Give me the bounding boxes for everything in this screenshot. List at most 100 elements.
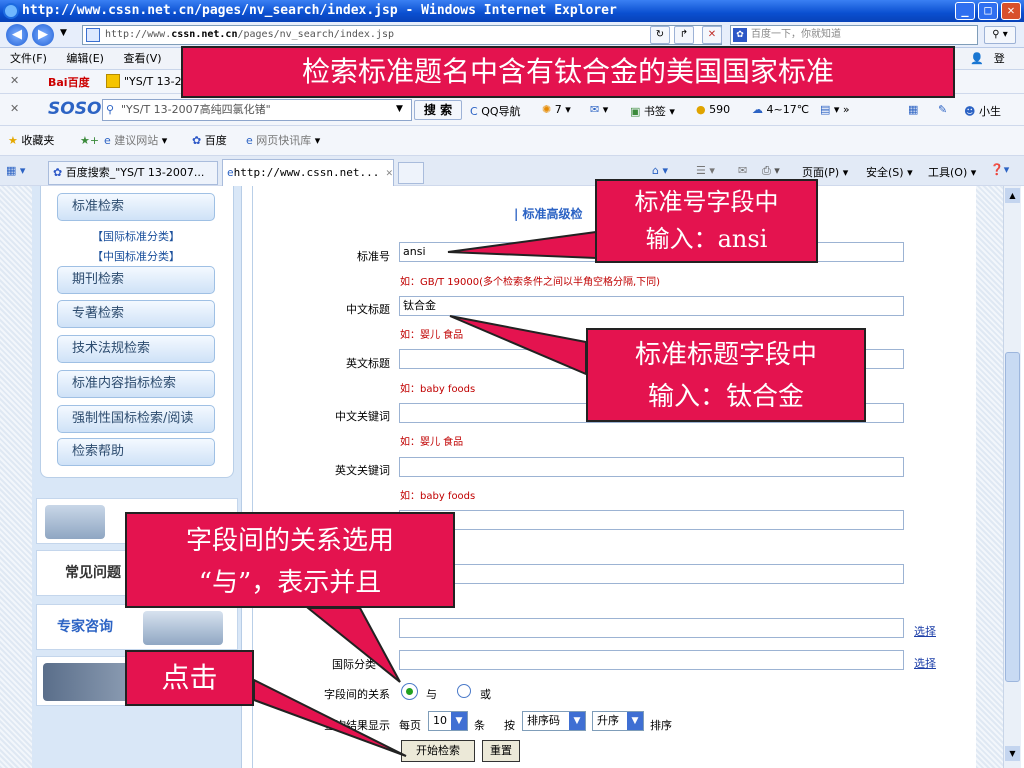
weather-label: 4~17℃ bbox=[766, 103, 810, 116]
ie-page-icon: e bbox=[104, 134, 111, 147]
grid-icon[interactable]: ▦ bbox=[908, 103, 918, 116]
forward-arrow-icon[interactable]: ▶ bbox=[32, 24, 54, 46]
search-icon: ⚲ bbox=[106, 103, 115, 116]
cn-title-label: 中文标题 bbox=[346, 303, 390, 316]
scroll-down-icon[interactable]: ▼ bbox=[1005, 746, 1020, 761]
baidu-paw-icon: ✿ bbox=[53, 166, 63, 179]
menu-view[interactable]: 查看(V) bbox=[123, 52, 161, 65]
cn-class-field[interactable] bbox=[399, 618, 904, 638]
mail-button[interactable]: ✉ ▾ bbox=[590, 103, 608, 116]
page-icon bbox=[86, 28, 100, 42]
home-icon[interactable]: ⌂ ▾ bbox=[652, 164, 668, 177]
sidebar-item-help[interactable]: 检索帮助 bbox=[57, 438, 215, 466]
history-dropdown-icon[interactable]: ▼ bbox=[60, 28, 67, 38]
date-field[interactable] bbox=[399, 510, 904, 530]
coin-counter[interactable]: ● 590 bbox=[696, 103, 730, 116]
user-link[interactable]: ☻ 小生 bbox=[964, 103, 1001, 119]
search-input[interactable]: ✿ 百度一下，你就知道 bbox=[730, 25, 978, 45]
soso-search-input[interactable]: ⚲ "YS/T 13-2007高纯四氯化锗" bbox=[102, 99, 412, 121]
add-favorite-icon[interactable]: ★+ bbox=[80, 126, 99, 156]
intl-class-link[interactable]: 【国际标准分类】 bbox=[92, 228, 180, 244]
chevron-down-icon: ▼ bbox=[627, 712, 643, 730]
service-photo bbox=[45, 505, 105, 539]
feeds-icon[interactable]: ☰ ▾ bbox=[696, 164, 715, 177]
expert-banner[interactable]: 专家咨询 bbox=[36, 604, 238, 650]
sort-order-select[interactable]: 升序 ▼ bbox=[592, 711, 644, 731]
pen-icon[interactable]: ✎ bbox=[938, 103, 947, 116]
sidebar-item-monograph-search[interactable]: 专著检索 bbox=[57, 300, 215, 328]
per-page-select[interactable]: 10 ▼ bbox=[428, 711, 468, 731]
scroll-thumb[interactable] bbox=[1005, 352, 1020, 682]
search-icon[interactable]: ⚲ ▾ bbox=[984, 26, 1016, 44]
sidebar-item-regulation-search[interactable]: 技术法规检索 bbox=[57, 335, 215, 363]
sidebar-item-indicator-search[interactable]: 标准内容指标检索 bbox=[57, 370, 215, 398]
sidebar-item-mandatory-search[interactable]: 强制性国标检索/阅读 bbox=[57, 405, 215, 433]
favorites-button[interactable]: ★ 收藏夹 bbox=[8, 126, 54, 156]
chevron-down-icon[interactable]: ▼ bbox=[396, 104, 403, 114]
mail-icon[interactable]: ✉ bbox=[738, 164, 747, 177]
new-tab-button[interactable] bbox=[398, 162, 424, 184]
toolbar-close-icon[interactable]: ✕ bbox=[10, 102, 19, 115]
soso-logo: SOSO bbox=[48, 99, 102, 119]
status-field[interactable] bbox=[399, 564, 904, 584]
qq-nav-link[interactable]: C QQ导航 bbox=[470, 103, 521, 119]
unit-label: 条 bbox=[474, 719, 485, 732]
intl-class-choose-link[interactable]: 选择 bbox=[914, 655, 936, 671]
bookmarks-button[interactable]: ▣ 书签 ▾ bbox=[630, 103, 675, 119]
sun-counter[interactable]: ✺ 7 ▾ bbox=[542, 103, 571, 116]
baidu-toolbar-query[interactable]: "YS/T 13-2 bbox=[124, 75, 182, 88]
cn-class-label: 中 bbox=[343, 626, 354, 639]
minimize-icon[interactable]: _ bbox=[955, 2, 975, 20]
tools-menu[interactable]: 工具(O) ▾ bbox=[928, 164, 976, 180]
back-arrow-icon[interactable]: ◀ bbox=[6, 24, 28, 46]
toolbar-close-icon[interactable]: ✕ bbox=[10, 74, 19, 87]
weather-widget[interactable]: ☁ 4~17℃ bbox=[752, 103, 809, 116]
stop-icon[interactable]: ✕ bbox=[702, 26, 722, 44]
address-bar[interactable]: http://www.cssn.net.cn/pages/nv_search/i… bbox=[82, 25, 722, 45]
chevron-down-icon: ▼ bbox=[451, 712, 467, 730]
baidu-fav-link[interactable]: ✿ 百度 bbox=[192, 126, 227, 156]
callout-click: 点击 bbox=[125, 650, 254, 706]
quick-tabs-icon[interactable]: ▦ ▾ bbox=[6, 164, 25, 177]
more-button[interactable]: ▤ ▾ » bbox=[820, 103, 850, 116]
cn-class-choose-link[interactable]: 选择 bbox=[914, 623, 936, 639]
url-prefix: http://www. bbox=[105, 29, 172, 40]
sidebar-item-standard-search[interactable]: 标准检索 bbox=[57, 193, 215, 221]
tab-close-icon[interactable]: ✕ bbox=[386, 166, 393, 179]
scroll-up-icon[interactable]: ▲ bbox=[1005, 188, 1020, 203]
callout-main: 检索标准题名中含有钛合金的美国国家标准 bbox=[181, 46, 955, 98]
page-menu-label: 页面(P) bbox=[802, 166, 840, 179]
tab-baidu[interactable]: ✿ 百度搜索_"YS/T 13-2007... bbox=[48, 161, 218, 185]
cn-class-link[interactable]: 【中国标准分类】 bbox=[92, 248, 180, 264]
menu-file[interactable]: 文件(F) bbox=[10, 52, 47, 65]
callout-std-no: 标准号字段中 输入：ansi bbox=[595, 179, 818, 263]
web-slice-link[interactable]: e 网页快讯库 ▾ bbox=[246, 126, 320, 156]
menu-edit[interactable]: 编辑(E) bbox=[66, 52, 104, 65]
go-icon[interactable]: ↱ bbox=[674, 26, 694, 44]
sun-count: 7 bbox=[554, 103, 562, 116]
cn-title-field[interactable]: 钛合金 bbox=[399, 296, 904, 316]
tab-cssn[interactable]: ehttp://www.cssn.net... ✕ bbox=[222, 159, 394, 186]
intl-class-field[interactable] bbox=[399, 650, 904, 670]
print-icon[interactable]: ⎙ ▾ bbox=[762, 164, 780, 178]
address-toolbar: ◀ ▶ ▼ http://www.cssn.net.cn/pages/nv_se… bbox=[0, 22, 1024, 48]
sidebar-item-journal-search[interactable]: 期刊检索 bbox=[57, 266, 215, 294]
baidu-logo-icon: Bai百度 bbox=[48, 76, 90, 89]
suggested-sites-link[interactable]: e 建议网站 ▾ bbox=[104, 126, 167, 156]
close-icon[interactable]: ✕ bbox=[1001, 2, 1021, 20]
en-keyword-field[interactable] bbox=[399, 457, 904, 477]
page-menu[interactable]: 页面(P) ▾ bbox=[802, 164, 848, 180]
safety-menu[interactable]: 安全(S) ▾ bbox=[866, 164, 913, 180]
en-keyword-label: 英文关键词 bbox=[335, 464, 390, 477]
reset-button[interactable]: 重置 bbox=[482, 740, 520, 762]
relation-or-radio[interactable] bbox=[457, 684, 471, 698]
start-search-button[interactable]: 开始检索 bbox=[401, 740, 475, 762]
callout-title: 标准标题字段中 输入：钛合金 bbox=[586, 328, 866, 422]
sort-field-select[interactable]: 排序码 ▼ bbox=[522, 711, 586, 731]
scrollbar[interactable]: ▲ ▼ bbox=[1003, 186, 1021, 768]
relation-and-radio[interactable] bbox=[401, 683, 418, 700]
maximize-icon[interactable]: □ bbox=[978, 2, 998, 20]
refresh-icon[interactable]: ↻ bbox=[650, 26, 670, 44]
help-icon[interactable]: ❓▾ bbox=[990, 163, 1009, 176]
soso-search-button[interactable]: 搜 索 bbox=[414, 100, 462, 120]
